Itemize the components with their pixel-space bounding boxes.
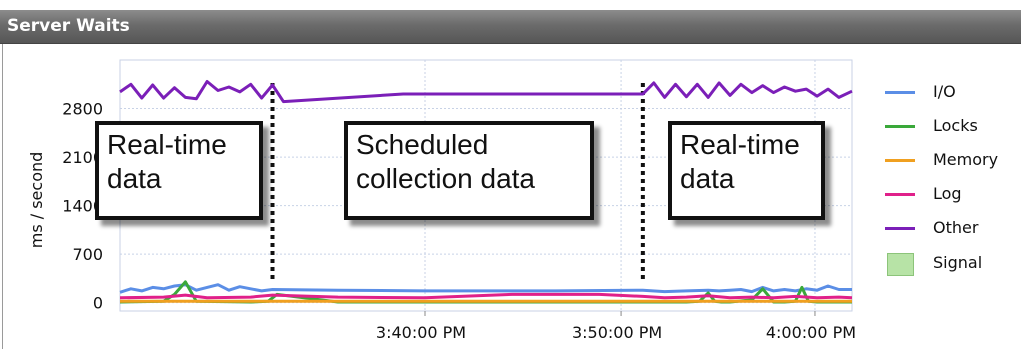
- legend-item-other: Other: [885, 218, 1015, 238]
- legend-label-io: I/O: [933, 82, 956, 101]
- legend-label-log: Log: [933, 184, 962, 203]
- x-tick-label: 3:40:00 PM: [376, 323, 466, 342]
- y-tick-label: 0: [93, 294, 103, 313]
- annotation-scheduled: Scheduled collection data: [344, 121, 594, 220]
- annotation-realtime-left: Real-time data: [95, 121, 263, 220]
- y-axis-label: ms / second: [27, 152, 46, 249]
- legend-item-io: I/O: [885, 82, 1015, 102]
- legend-swatch-locks: [885, 125, 915, 128]
- legend-swatch-other: [885, 227, 915, 230]
- series-i-o-line: [119, 283, 852, 294]
- legend-swatch-signal: [887, 253, 914, 276]
- legend-item-signal: Signal: [885, 253, 1015, 276]
- legend-swatch-io: [885, 91, 915, 94]
- legend-swatch-memory: [885, 159, 915, 162]
- legend-swatch-log: [885, 193, 915, 196]
- x-tick-label: 4:00:00 PM: [766, 323, 856, 342]
- y-tick-label: 2800: [62, 100, 103, 119]
- x-axis: 3:40:00 PM 3:50:00 PM 4:00:00 PM: [376, 311, 856, 342]
- annotation-realtime-right: Real-time data: [668, 121, 825, 220]
- legend-item-log: Log: [885, 184, 1015, 204]
- legend-label-other: Other: [933, 218, 979, 237]
- legend-label-signal: Signal: [933, 253, 983, 272]
- series-other-line: [119, 80, 853, 104]
- x-tick-label: 3:50:00 PM: [572, 323, 662, 342]
- legend-item-memory: Memory: [885, 150, 1015, 170]
- server-waits-panel: Server Waits 0 700 1400 2100 2800 3:40:00 PM…: [0, 0, 1021, 351]
- series-log-line: [119, 292, 853, 300]
- y-tick-label: 700: [72, 245, 103, 264]
- legend-label-memory: Memory: [933, 150, 999, 169]
- legend-label-locks: Locks: [933, 116, 978, 135]
- legend-item-locks: Locks: [885, 116, 1015, 136]
